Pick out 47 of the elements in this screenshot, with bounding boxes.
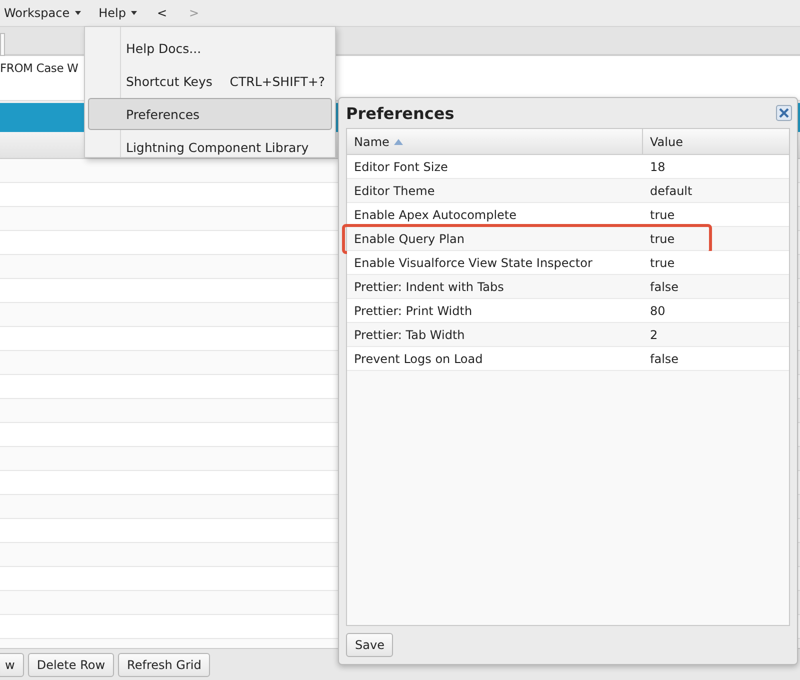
- table-row[interactable]: Prettier: Print Width 80: [347, 299, 789, 323]
- nav-button[interactable]: <: [154, 6, 170, 20]
- table-cell-text: Enable Visualforce View State Inspector: [353, 256, 594, 270]
- menu-item-label: Help Docs...: [126, 40, 202, 56]
- table-cell-text: Enable Query Plan: [353, 232, 466, 246]
- table-cell-text: 18: [649, 160, 666, 174]
- table-cell-text: Prettier: Indent with Tabs: [353, 280, 505, 294]
- menu[interactable]: Workspace: [4, 6, 81, 20]
- table-cell-text: true: [649, 232, 676, 246]
- menu[interactable]: Help: [98, 6, 137, 20]
- table-cell-text: Editor Font Size: [353, 160, 449, 174]
- save-button[interactable]: Save: [346, 633, 394, 657]
- menu-item-label: Shortcut Keys: [126, 74, 212, 88]
- caret-icon: [130, 11, 137, 15]
- column-header[interactable]: Name: [347, 129, 643, 154]
- menu-item[interactable]: Shortcut Keys CTRL+SHIFT+?: [88, 65, 332, 97]
- close-icon[interactable]: [776, 105, 792, 121]
- table-cell-text: Prevent Logs on Load: [353, 352, 484, 366]
- table-cell-text: Prettier: Print Width: [353, 304, 474, 318]
- grid-button[interactable]: w: [0, 653, 24, 677]
- table-cell-text: 2: [649, 328, 659, 342]
- table-cell-text: true: [649, 208, 676, 222]
- table-cell-text: Prettier: Tab Width: [353, 328, 466, 342]
- column-label: Value: [650, 134, 683, 148]
- dialog-title: Preferences: [346, 104, 454, 122]
- column-header[interactable]: Value: [643, 129, 789, 154]
- table-cell-text: Editor Theme: [353, 184, 436, 198]
- caret-icon: [74, 11, 81, 15]
- table-row[interactable]: Prevent Logs on Load false: [347, 347, 789, 371]
- table-cell-text: 80: [649, 304, 666, 318]
- table-cell-text: default: [649, 184, 694, 198]
- table-row[interactable]: Editor Font Size 18: [347, 155, 789, 179]
- query-text: FROM Case W: [0, 61, 78, 75]
- table-cell-text: true: [649, 256, 676, 270]
- menu-item[interactable]: Preferences: [88, 98, 332, 130]
- column-label: Name: [354, 134, 390, 148]
- table-cell-text: Enable Apex Autocomplete: [353, 208, 518, 222]
- grid-button[interactable]: Delete Row: [28, 653, 114, 677]
- table-row[interactable]: Enable Apex Autocomplete true: [347, 203, 789, 227]
- menu-item-label: Preferences: [126, 106, 200, 122]
- grid-button[interactable]: Refresh Grid: [118, 653, 210, 677]
- table-cell-text: false: [649, 352, 680, 366]
- table-row[interactable]: Enable Visualforce View State Inspector true: [347, 251, 789, 275]
- menu-item-label: Lightning Component Library: [126, 140, 309, 154]
- shortcut-text: CTRL+SHIFT+?: [230, 74, 325, 88]
- table-cell-text: false: [649, 280, 680, 294]
- menu-item[interactable]: Lightning Component Library: [88, 131, 332, 163]
